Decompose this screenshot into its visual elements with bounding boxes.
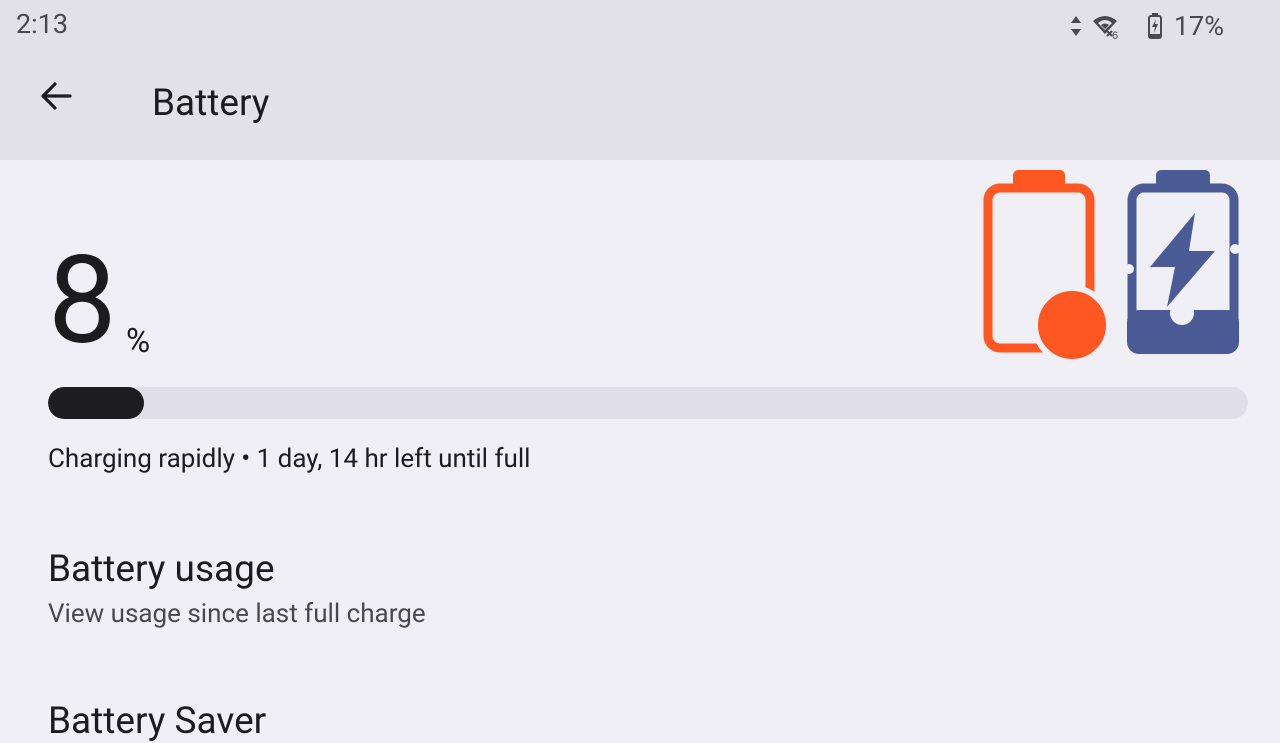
battery-usage-title: Battery usage [48, 548, 275, 591]
battery-charging-illustration [975, 165, 1255, 365]
battery-progress-fill [48, 387, 144, 419]
battery-progress-bar [48, 387, 1248, 419]
battery-saver-item[interactable]: Battery Saver [0, 680, 1280, 743]
battery-saver-title: Battery Saver [48, 700, 267, 743]
battery-percent: 17% [1173, 10, 1224, 42]
battery-percent-sign: % [126, 322, 151, 361]
battery-usage-item[interactable]: Battery usage View usage since last full… [0, 530, 1280, 650]
data-arrows-icon [1070, 15, 1082, 37]
wifi-6-icon: 6 [1092, 12, 1122, 40]
charging-status-text: Charging rapidly • 1 day, 14 hr left unt… [48, 444, 531, 474]
battery-usage-summary: View usage since last full charge [48, 599, 426, 629]
top-app-bar: 2:13 6 17% Battery [0, 0, 1280, 160]
arrow-back-icon [41, 82, 72, 110]
status-icons: 6 17% [1070, 8, 1224, 44]
back-button[interactable] [34, 74, 78, 118]
battery-charging-icon [1147, 13, 1162, 39]
page-title: Battery [152, 82, 270, 125]
svg-text:6: 6 [1112, 30, 1118, 40]
battery-level: 8 [48, 229, 117, 372]
status-time: 2:13 [16, 8, 69, 40]
